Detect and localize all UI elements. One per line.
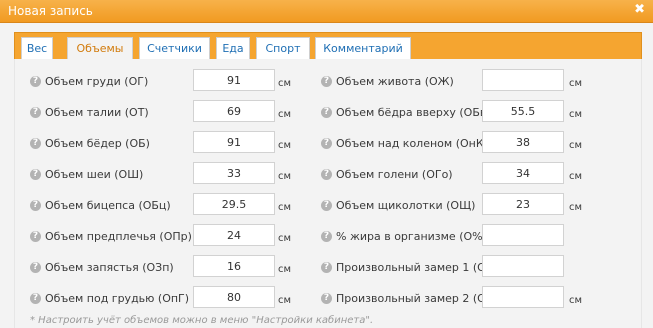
body-fat-input[interactable] <box>482 224 564 246</box>
help-icon[interactable]: ? <box>30 169 41 180</box>
field-label: Объем над коленом (ОнК) <box>336 137 488 150</box>
unit-label: см <box>569 140 583 151</box>
help-icon[interactable]: ? <box>321 169 332 180</box>
unit-label: см <box>278 109 292 120</box>
unit-label: см <box>278 171 292 182</box>
help-icon[interactable]: ? <box>30 107 41 118</box>
close-icon[interactable]: ✖ <box>634 2 645 18</box>
new-entry-dialog: Новая запись ✖ Вес Объемы Счетчики Еда С… <box>0 0 653 328</box>
field-label: Объем груди (ОГ) <box>45 75 149 88</box>
unit-label: см <box>569 171 583 182</box>
field-row-wrist: ? Объем запястья (ОЗп) см <box>30 255 310 281</box>
ankle-input[interactable] <box>482 193 564 215</box>
unit-label: см <box>278 264 292 275</box>
tab-sport[interactable]: Спорт <box>256 37 310 61</box>
field-row-custom-1: ? Произвольный замер 1 (О1) <box>321 255 591 281</box>
unit-label: см <box>278 202 292 213</box>
help-icon[interactable]: ? <box>321 262 332 273</box>
field-row-biceps: ? Объем бицепса (ОБц) см <box>30 193 310 219</box>
dialog-titlebar: Новая запись ✖ <box>0 0 653 23</box>
field-label: Объем предплечья (ОПр) <box>45 230 192 243</box>
settings-footnote: * Настроить учёт объемов можно в меню "Н… <box>30 315 374 326</box>
help-icon[interactable]: ? <box>321 200 332 211</box>
dialog-title: Новая запись <box>8 4 93 18</box>
biceps-input[interactable] <box>193 193 275 215</box>
help-icon[interactable]: ? <box>30 200 41 211</box>
help-icon[interactable]: ? <box>30 231 41 242</box>
help-icon[interactable]: ? <box>30 293 41 304</box>
tab-comment[interactable]: Комментарий <box>315 37 411 61</box>
help-icon[interactable]: ? <box>30 76 41 87</box>
tab-weight[interactable]: Вес <box>21 37 53 61</box>
field-label: Объем под грудью (ОпГ) <box>45 292 190 305</box>
forearm-input[interactable] <box>193 224 275 246</box>
tab-food[interactable]: Еда <box>216 37 250 61</box>
field-label: Объем щиколотки (ОЩ) <box>336 199 476 212</box>
waist-input[interactable] <box>193 100 275 122</box>
neck-input[interactable] <box>193 162 275 184</box>
help-icon[interactable]: ? <box>321 138 332 149</box>
wrist-input[interactable] <box>193 255 275 277</box>
help-icon[interactable]: ? <box>321 107 332 118</box>
field-row-hips: ? Объем бёдер (ОБ) см <box>30 131 310 157</box>
field-row-custom-2: ? Произвольный замер 2 (О2) см <box>321 286 591 312</box>
field-row-ankle: ? Объем щиколотки (ОЩ) см <box>321 193 591 219</box>
field-label: Объем талии (ОТ) <box>45 106 149 119</box>
field-label: Произвольный замер 2 (О2) <box>336 292 498 305</box>
custom-1-input[interactable] <box>482 255 564 277</box>
unit-label: см <box>569 202 583 213</box>
field-row-forearm: ? Объем предплечья (ОПр) см <box>30 224 310 250</box>
field-row-above-knee: ? Объем над коленом (ОнК) см <box>321 131 591 157</box>
field-row-calf: ? Объем голени (ОГо) см <box>321 162 591 188</box>
unit-label: см <box>569 109 583 120</box>
unit-label: см <box>278 140 292 151</box>
field-row-waist: ? Объем талии (ОТ) см <box>30 100 310 126</box>
help-icon[interactable]: ? <box>321 293 332 304</box>
field-label: Объем бёдра вверху (ОБв) <box>336 106 491 119</box>
unit-label: см <box>278 295 292 306</box>
field-label: Объем голени (ОГо) <box>336 168 453 181</box>
hips-input[interactable] <box>193 131 275 153</box>
field-label: Объем живота (ОЖ) <box>336 75 454 88</box>
field-row-belly: ? Объем живота (ОЖ) см <box>321 69 591 95</box>
help-icon[interactable]: ? <box>30 262 41 273</box>
belly-input[interactable] <box>482 69 564 91</box>
field-row-neck: ? Объем шеи (ОШ) см <box>30 162 310 188</box>
unit-label: см <box>569 295 583 306</box>
field-label: % жира в организме (О%) <box>336 230 487 243</box>
tab-counters[interactable]: Счетчики <box>139 37 210 61</box>
upper-thigh-input[interactable] <box>482 100 564 122</box>
unit-label: см <box>278 233 292 244</box>
field-row-underbust: ? Объем под грудью (ОпГ) см <box>30 286 310 312</box>
field-row-chest: ? Объем груди (ОГ) см <box>30 69 310 95</box>
help-icon[interactable]: ? <box>30 138 41 149</box>
custom-2-input[interactable] <box>482 286 564 308</box>
tab-bar: Вес Объемы Счетчики Еда Спорт Комментари… <box>14 32 642 61</box>
chest-input[interactable] <box>193 69 275 91</box>
calf-input[interactable] <box>482 162 564 184</box>
field-label: Объем бицепса (ОБц) <box>45 199 171 212</box>
field-row-body-fat: ? % жира в организме (О%) <box>321 224 591 250</box>
help-icon[interactable]: ? <box>321 76 332 87</box>
above-knee-input[interactable] <box>482 131 564 153</box>
tab-volumes[interactable]: Объемы <box>67 37 133 61</box>
unit-label: см <box>278 78 292 89</box>
field-label: Объем запястья (ОЗп) <box>45 261 174 274</box>
field-label: Произвольный замер 1 (О1) <box>336 261 498 274</box>
field-label: Объем бёдер (ОБ) <box>45 137 150 150</box>
field-row-upper-thigh: ? Объем бёдра вверху (ОБв) см <box>321 100 591 126</box>
help-icon[interactable]: ? <box>321 231 332 242</box>
field-label: Объем шеи (ОШ) <box>45 168 144 181</box>
unit-label: см <box>569 78 583 89</box>
underbust-input[interactable] <box>193 286 275 308</box>
